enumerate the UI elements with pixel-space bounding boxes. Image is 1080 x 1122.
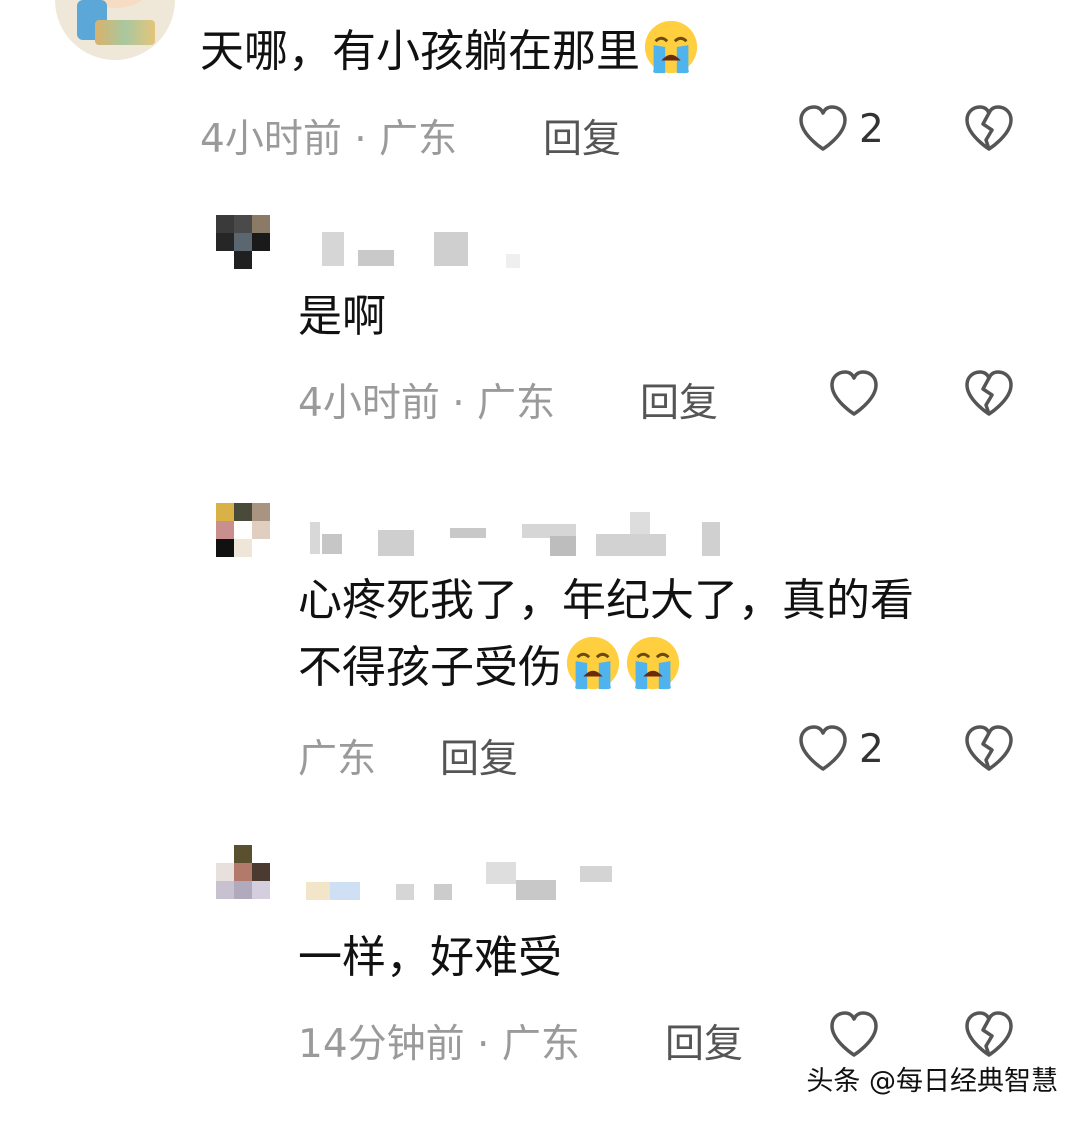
watermark: 头条 @每日经典智慧 [806, 1066, 1058, 1097]
like-button[interactable] [828, 1010, 880, 1060]
heart-outline-icon [799, 725, 847, 771]
avatar[interactable] [55, 0, 175, 60]
like-count: 2 [859, 106, 884, 152]
heart-outline-icon [830, 370, 878, 416]
like-count: 2 [859, 726, 884, 772]
username-blurred[interactable] [300, 232, 540, 268]
broken-heart-icon[interactable] [963, 724, 1015, 774]
reply-button[interactable]: 回复 [440, 728, 518, 784]
like-button[interactable] [828, 369, 880, 419]
reply-button[interactable]: 回复 [543, 108, 621, 164]
avatar[interactable] [216, 503, 270, 557]
loudly-crying-face-icon [644, 20, 698, 74]
reply-button[interactable]: 回复 [640, 372, 718, 428]
broken-heart-icon[interactable] [963, 1010, 1015, 1060]
loudly-crying-face-icon [566, 636, 620, 690]
comment-text: 是啊 [298, 291, 386, 342]
comment-text: 天哪，有小孩躺在那里 [200, 18, 700, 85]
avatar[interactable] [216, 215, 270, 269]
heart-outline-icon [830, 1011, 878, 1057]
avatar[interactable] [216, 845, 270, 899]
comment-meta: 14分钟前 · 广东 [298, 1022, 580, 1067]
broken-heart-icon[interactable] [963, 369, 1015, 419]
comment-body-line: 不得孩子受伤 [298, 642, 562, 693]
like-button[interactable]: 2 [797, 724, 884, 774]
comment-text: 心疼死我了，年纪大了，真的看 不得孩子受伤 [298, 568, 914, 701]
like-button[interactable]: 2 [797, 104, 884, 154]
username-blurred[interactable] [300, 862, 620, 900]
comment-meta: 4小时前 · 广东 [200, 117, 458, 162]
comment-meta: 4小时前 · 广东 [298, 381, 556, 426]
username-blurred[interactable] [300, 512, 740, 556]
heart-outline-icon [799, 105, 847, 151]
comment-body-line: 心疼死我了，年纪大了，真的看 [298, 575, 914, 626]
loudly-crying-face-icon [626, 636, 680, 690]
comment-thread: 天哪，有小孩躺在那里 4小时前 · 广东 回复 2 是啊 4小时前 · 广东 回… [0, 0, 1080, 1122]
comment-body: 天哪，有小孩躺在那里 [200, 26, 640, 77]
reply-button[interactable]: 回复 [665, 1013, 743, 1069]
comment-meta: 广东 [298, 737, 377, 782]
comment-text: 一样，好难受 [298, 932, 562, 983]
broken-heart-icon[interactable] [963, 104, 1015, 154]
